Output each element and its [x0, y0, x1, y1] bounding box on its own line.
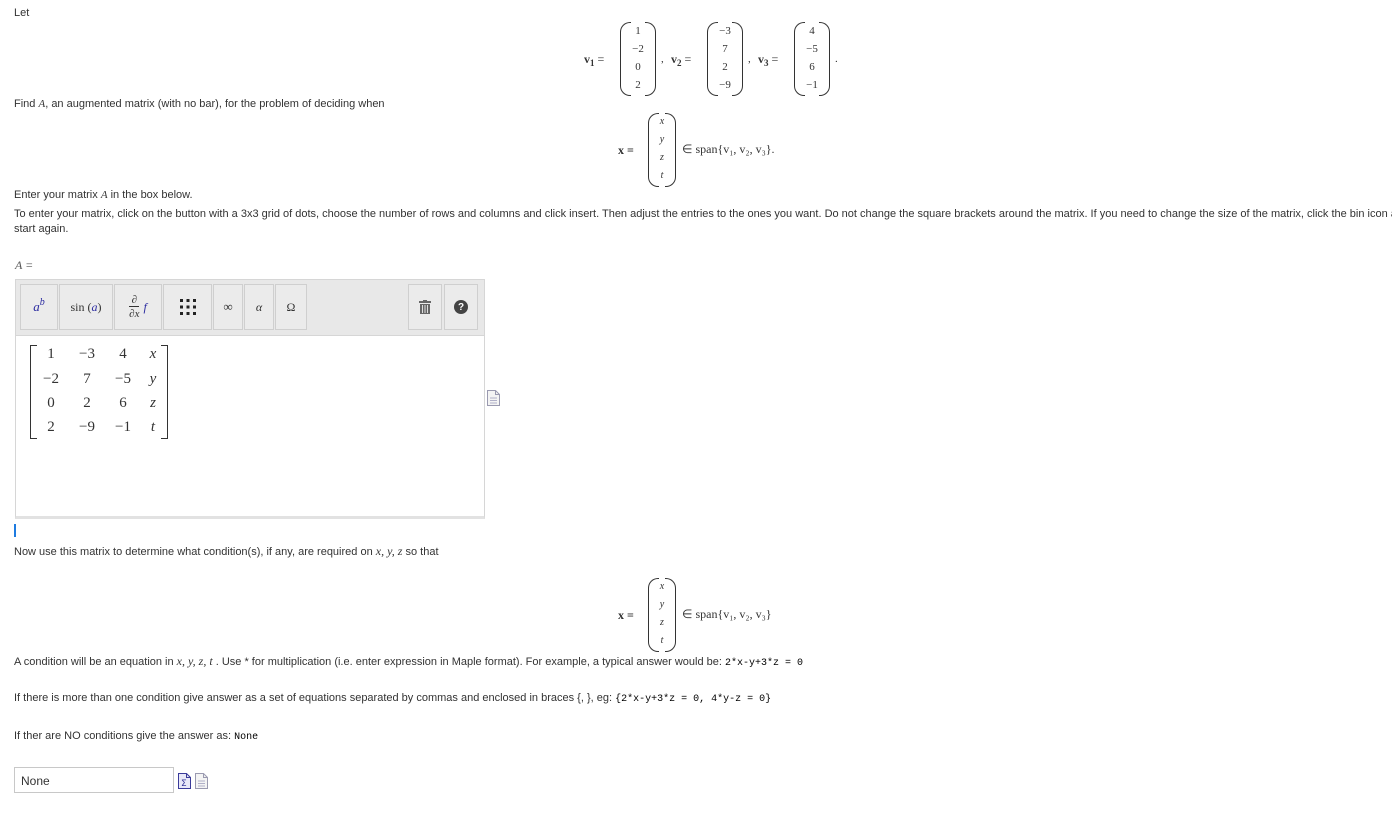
- derivative-button[interactable]: ∂ ∂x f: [114, 284, 162, 330]
- matrix-cell[interactable]: 2: [34, 419, 68, 436]
- comma: ,: [748, 53, 751, 65]
- matrix-cell[interactable]: −2: [34, 371, 68, 388]
- x-vector-2: xyzt: [648, 578, 676, 652]
- infinity-button[interactable]: ∞: [213, 284, 243, 330]
- span-expression-2: ∈ span{v₁, v₂, v₃}: [682, 607, 772, 621]
- function-button[interactable]: sin (a): [59, 284, 113, 330]
- no-conditions-text: If ther are NO conditions give the answe…: [14, 730, 259, 743]
- matrix-cell[interactable]: x: [136, 346, 170, 363]
- let-label: Let: [14, 7, 30, 19]
- matrix-grid-button[interactable]: [163, 284, 212, 330]
- matrix-cell[interactable]: −3: [70, 346, 104, 363]
- superscript-button[interactable]: ab: [20, 284, 58, 330]
- matrix-cell[interactable]: y: [136, 371, 170, 388]
- period: .: [835, 53, 838, 65]
- matrix-cell[interactable]: −1: [106, 419, 140, 436]
- matrix-cell[interactable]: 0: [34, 395, 68, 412]
- multiple-conditions-text: If there is more than one condition give…: [14, 692, 772, 705]
- greek-lower-button[interactable]: α: [244, 284, 274, 330]
- help-button[interactable]: ?: [444, 284, 478, 330]
- condition-text: A condition will be an equation in x, y,…: [14, 654, 804, 669]
- svg-text:Σ: Σ: [181, 779, 187, 789]
- find-text: Find A, an augmented matrix (with no bar…: [14, 98, 385, 110]
- answer-input[interactable]: None: [14, 767, 174, 793]
- matrix-cell[interactable]: z: [136, 395, 170, 412]
- clear-button[interactable]: [408, 284, 442, 330]
- span-expression: ∈ span{v₁, v₂, v₃}.: [682, 142, 775, 156]
- matrix-cell[interactable]: t: [136, 419, 170, 436]
- math-editor-toolbar: ab sin (a) ∂ ∂x f ∞ α Ω ?: [15, 279, 485, 336]
- matrix-cell[interactable]: −5: [106, 371, 140, 388]
- enter-matrix-text: Enter your matrix A in the box below.: [14, 189, 193, 201]
- instructions-text-2: start again.: [14, 223, 69, 235]
- instructions-text: To enter your matrix, click on the butto…: [14, 208, 1392, 220]
- grid-icon: [179, 299, 196, 315]
- greek-upper-button[interactable]: Ω: [275, 284, 307, 330]
- matrix-cell[interactable]: −9: [70, 419, 104, 436]
- matrix-cell[interactable]: 6: [106, 395, 140, 412]
- matrix-cell[interactable]: 1: [34, 346, 68, 363]
- v2-label: v2 =: [671, 52, 692, 68]
- matrix-cell[interactable]: 2: [70, 395, 104, 412]
- matrix-cell[interactable]: 7: [70, 371, 104, 388]
- preview-icon[interactable]: [487, 390, 500, 409]
- now-use-text: Now use this matrix to determine what co…: [14, 544, 439, 558]
- v1-vector: 1 −2 0 2: [620, 22, 656, 96]
- v2-vector: −3 7 2 −9: [707, 22, 743, 96]
- help-icon: ?: [454, 300, 468, 314]
- v3-vector: 4 −5 6 −1: [794, 22, 830, 96]
- x-vector: xyzt: [648, 113, 676, 187]
- x-vector-label-2: x =: [618, 608, 634, 622]
- x-vector-label: x =: [618, 143, 634, 157]
- bin-icon: [419, 300, 431, 314]
- text-cursor: [14, 524, 16, 537]
- preview-icon[interactable]: [195, 773, 208, 792]
- a-label: A =: [15, 258, 34, 272]
- v1-label: v1 =: [584, 52, 605, 68]
- v3-label: v3 =: [758, 52, 779, 68]
- matrix-cell[interactable]: 4: [106, 346, 140, 363]
- matrix-display: 1 −3 4 x −2 7 −5 y 0 2 6 z 2 −9 −1 t: [30, 345, 170, 439]
- comma: ,: [661, 53, 664, 65]
- equation-editor-icon[interactable]: Σ: [178, 773, 191, 792]
